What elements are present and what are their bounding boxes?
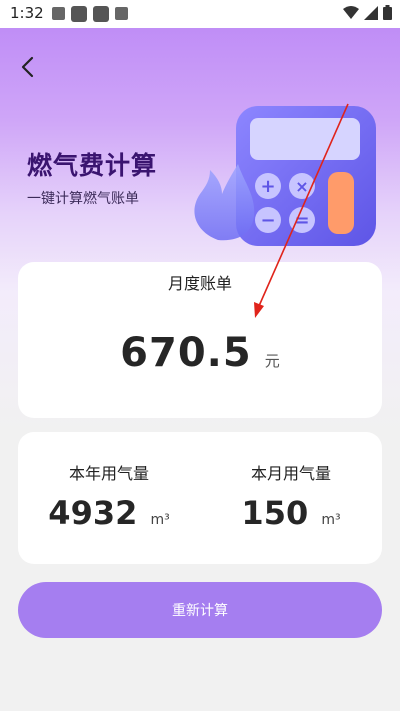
- bill-label: 月度账单: [167, 274, 232, 293]
- image-notification-icon: [52, 7, 65, 20]
- monthly-bill-card: 月度账单 670.5 元: [18, 262, 382, 418]
- back-arrow-icon: [21, 56, 34, 78]
- back-button[interactable]: [16, 54, 42, 80]
- svg-text:=: =: [294, 210, 309, 231]
- monthly-usage-row: 150 m³: [200, 494, 382, 532]
- svg-text:−: −: [260, 210, 275, 231]
- app-notification-icon: [71, 6, 87, 22]
- bill-amount-row: 670.5 元: [18, 330, 382, 376]
- svg-text:+: +: [260, 176, 275, 197]
- signal-icon: [364, 5, 378, 20]
- yearly-usage-value: 4932: [48, 494, 138, 532]
- calculator-illustration: + × − =: [194, 106, 376, 246]
- status-time: 1:32: [10, 4, 44, 22]
- page-title: 燃气费计算: [27, 151, 158, 180]
- text-notification-icon: [115, 7, 128, 20]
- yearly-usage-unit: m³: [150, 512, 170, 528]
- yearly-usage-row: 4932 m³: [18, 494, 200, 532]
- wifi-icon: [343, 5, 359, 19]
- bill-unit: 元: [264, 352, 280, 370]
- status-bar: 1:32: [0, 0, 400, 28]
- monthly-usage-value: 150: [241, 494, 309, 532]
- yearly-usage: 本年用气量 4932 m³: [18, 432, 200, 564]
- monthly-usage-label: 本月用气量: [250, 464, 331, 483]
- notification-icons: [52, 6, 128, 22]
- yearly-usage-label: 本年用气量: [68, 464, 149, 483]
- svg-text:×: ×: [295, 177, 308, 196]
- app-notification-icon: [93, 6, 109, 22]
- monthly-usage: 本月用气量 150 m³: [200, 432, 382, 564]
- battery-icon: [383, 5, 392, 20]
- recalculate-button[interactable]: 重新计算: [18, 582, 382, 638]
- monthly-usage-unit: m³: [321, 512, 341, 528]
- page-subtitle: 一键计算燃气账单: [27, 191, 139, 207]
- gas-usage-card: 本年用气量 4932 m³ 本月用气量 150 m³: [18, 432, 382, 564]
- bill-amount: 670.5: [120, 330, 252, 376]
- system-icons: [343, 5, 392, 20]
